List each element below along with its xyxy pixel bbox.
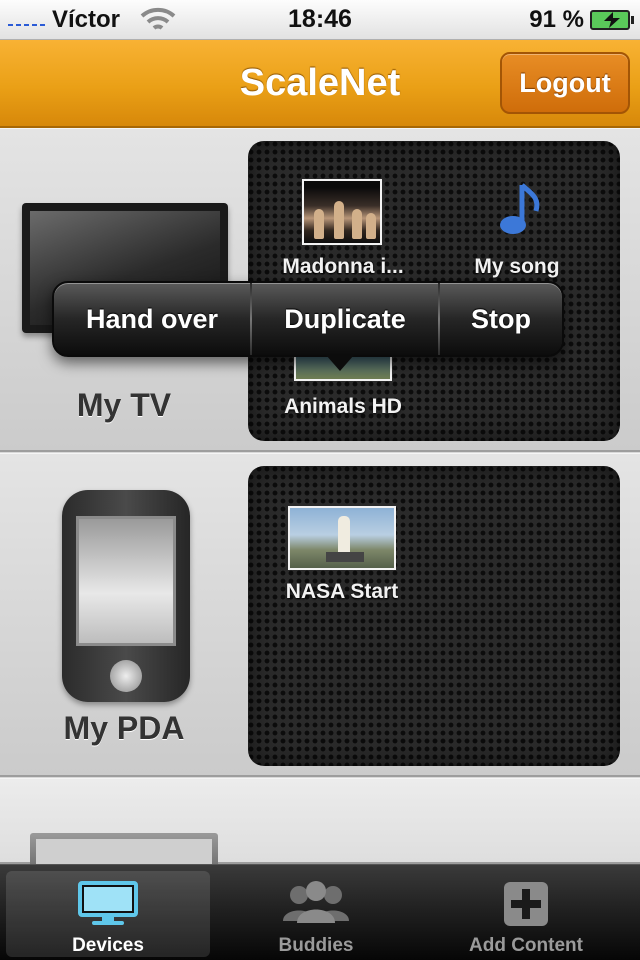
device-row-partial[interactable] xyxy=(0,778,640,873)
video-thumbnail[interactable] xyxy=(302,179,382,245)
duplicate-button[interactable]: Duplicate xyxy=(252,283,438,355)
content-item-label[interactable]: Madonna i... xyxy=(268,255,418,279)
device-content-panel: NASA Start xyxy=(248,466,620,766)
tab-label: Devices xyxy=(72,935,144,956)
tab-label: Add Content xyxy=(469,935,583,956)
video-thumbnail[interactable] xyxy=(288,506,396,570)
stop-button[interactable]: Stop xyxy=(440,283,562,355)
tab-label: Buddies xyxy=(278,935,354,956)
device-name: My PDA xyxy=(63,710,185,746)
content-item-label[interactable]: My song xyxy=(454,255,580,279)
device-name: My TV xyxy=(76,387,172,423)
people-icon xyxy=(283,881,349,923)
tab-add-content[interactable]: Add Content xyxy=(424,871,628,957)
plus-icon xyxy=(504,882,548,926)
tab-bar: Devices Buddies Add Content xyxy=(0,864,640,960)
tab-buddies[interactable]: Buddies xyxy=(214,871,418,957)
battery-icon xyxy=(590,10,634,30)
monitor-icon xyxy=(78,881,138,925)
battery-percentage: 91 % xyxy=(529,6,584,33)
navigation-bar: ScaleNet Logout xyxy=(0,40,640,128)
tab-devices[interactable]: Devices xyxy=(6,871,210,957)
context-menu-pointer xyxy=(326,355,354,371)
content-item-label[interactable]: Animals HD xyxy=(268,395,418,419)
status-bar: Víctor 18:46 91 % xyxy=(0,0,640,40)
content-item-label[interactable]: NASA Start xyxy=(268,580,416,604)
music-note-icon[interactable] xyxy=(496,181,542,239)
logout-button[interactable]: Logout xyxy=(500,52,630,114)
pda-device-icon xyxy=(62,490,190,702)
device-row-my-pda[interactable]: My PDA NASA Start xyxy=(0,453,640,777)
hand-over-button[interactable]: Hand over xyxy=(54,283,250,355)
context-menu: Hand over Duplicate Stop xyxy=(52,281,564,357)
